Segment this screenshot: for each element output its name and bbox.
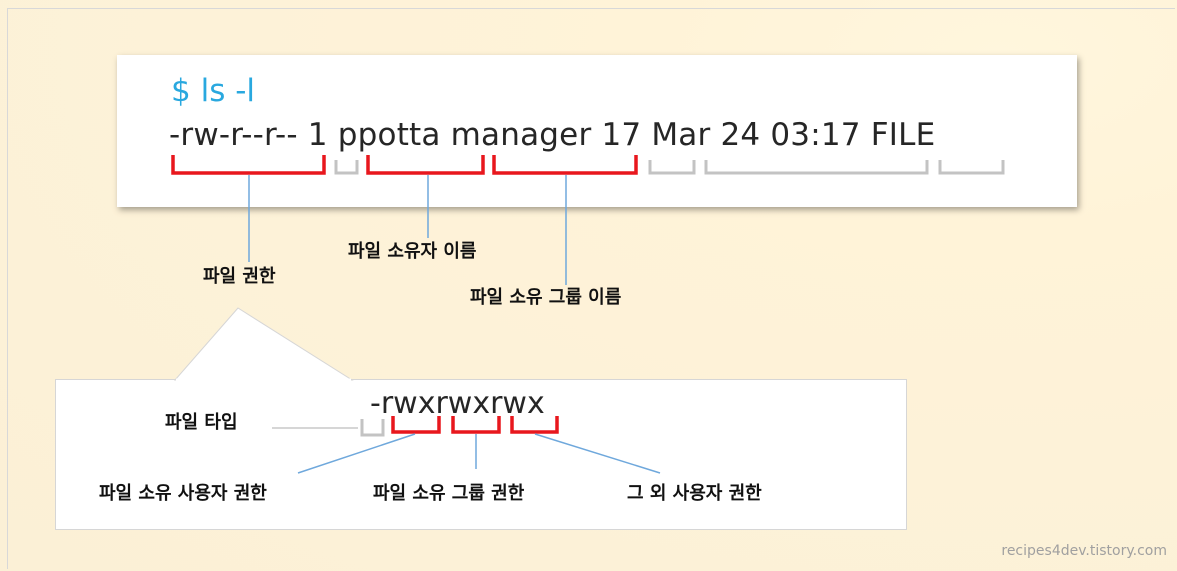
permission-string: -rwxrwxrwx (370, 386, 545, 421)
label-other-user-permission: 그 외 사용자 권한 (627, 483, 762, 504)
command-text: $ ls -l (171, 73, 255, 109)
label-owner-user-permission: 파일 소유 사용자 권한 (99, 483, 267, 504)
watermark: recipes4dev.tistory.com (1001, 543, 1167, 559)
bracket-size (648, 160, 696, 175)
bracket-group (492, 155, 638, 175)
bracket-date (704, 160, 929, 175)
bracket-filename (938, 160, 1005, 175)
label-file-group-name: 파일 소유 그룹 이름 (470, 287, 622, 308)
bracket-permission (171, 155, 326, 175)
bracket-file-type (360, 419, 385, 437)
bracket-owner (366, 155, 485, 175)
label-file-permission: 파일 권한 (203, 266, 276, 287)
connector-other-rwx (534, 433, 661, 474)
label-file-owner-name: 파일 소유자 이름 (348, 241, 477, 262)
connector-user-rwx (297, 433, 416, 474)
ls-output-line: -rw-r--r-- 1 ppotta manager 17 Mar 24 03… (169, 117, 936, 153)
label-owner-group-permission: 파일 소유 그룹 권한 (373, 483, 525, 504)
callout-wedge (173, 307, 354, 381)
bracket-link-count (334, 160, 359, 175)
label-file-type: 파일 타입 (165, 412, 238, 433)
